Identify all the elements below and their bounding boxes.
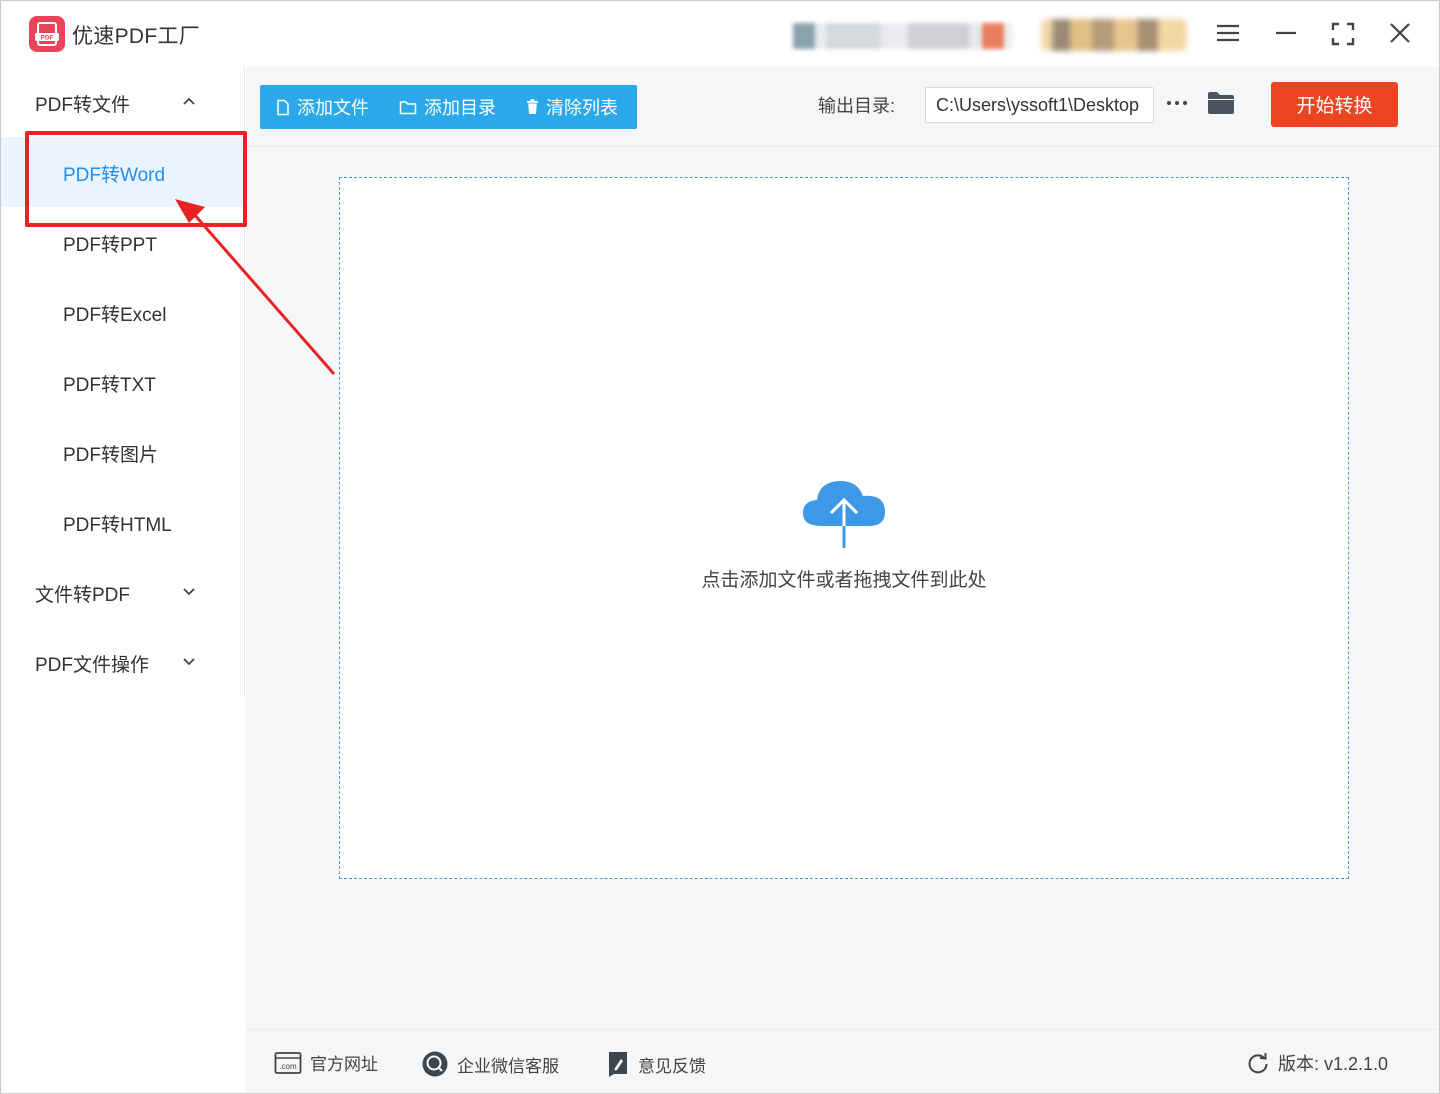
sidebar-item-label: PDF转TXT (63, 375, 156, 396)
add-file-label: 添加文件 (297, 98, 369, 118)
sidebar-item-pdf-to-excel[interactable]: PDF转Excel (1, 277, 245, 347)
sidebar-group-pdf-to-file[interactable]: PDF转文件 (1, 67, 245, 137)
wechat-service-icon (422, 1051, 448, 1077)
app-window: PDF 优速PDF工厂 PDF转文件 PDF转Word PDF转PPT PDF转… (0, 0, 1440, 1094)
app-logo: PDF (29, 16, 65, 52)
chevron-down-icon (183, 588, 195, 596)
sidebar-item-pdf-to-image[interactable]: PDF转图片 (1, 417, 245, 487)
sidebar-group-file-to-pdf[interactable]: 文件转PDF (1, 557, 245, 627)
more-dots-icon (1167, 101, 1187, 105)
file-drop-zone[interactable]: 点击添加文件或者拖拽文件到此处 (339, 177, 1349, 879)
clear-list-button[interactable]: 清除列表 (526, 85, 618, 129)
blurred-account-info (793, 23, 1013, 49)
cloud-upload-icon (803, 480, 885, 548)
folder-outline-icon (399, 100, 417, 114)
pdf-logo-icon: PDF (35, 22, 59, 46)
official-website-link[interactable]: .com 官方网址 (274, 1050, 378, 1075)
title-bar: PDF 优速PDF工厂 (1, 1, 1439, 67)
sidebar-item-pdf-to-html[interactable]: PDF转HTML (1, 487, 245, 557)
app-title: 优速PDF工厂 (72, 25, 201, 48)
add-folder-label: 添加目录 (424, 98, 496, 118)
browse-more-button[interactable] (1165, 93, 1189, 113)
refresh-icon (1248, 1053, 1268, 1074)
add-file-button[interactable]: 添加文件 (276, 85, 369, 129)
sidebar-group-label: 文件转PDF (35, 585, 131, 606)
feedback-link[interactable]: 意见反馈 (606, 1050, 706, 1078)
fullscreen-icon (1331, 22, 1355, 46)
sidebar-item-pdf-to-txt[interactable]: PDF转TXT (1, 347, 245, 417)
sidebar-item-pdf-to-word[interactable]: PDF转Word (1, 137, 245, 207)
sidebar-item-label: PDF转Excel (63, 305, 167, 326)
folder-icon (1208, 92, 1234, 114)
website-icon: .com (274, 1051, 302, 1074)
sidebar-item-pdf-to-ppt[interactable]: PDF转PPT (1, 207, 245, 277)
footer-bar: .com 官方网址 企业微信客服 意见反馈 版本: v1.2.1.0 (246, 1029, 1439, 1093)
file-icon (277, 99, 289, 115)
version-info: 版本: v1.2.1.0 (1246, 1050, 1388, 1076)
start-convert-button[interactable]: 开始转换 (1271, 82, 1398, 127)
sidebar-group-pdf-operations[interactable]: PDF文件操作 (1, 627, 245, 697)
sidebar-group-label: PDF转文件 (35, 95, 131, 116)
version-label: 版本: v1.2.1.0 (1278, 1054, 1389, 1074)
open-folder-button[interactable] (1206, 89, 1236, 117)
sidebar: PDF转文件 PDF转Word PDF转PPT PDF转Excel PDF转TX… (1, 67, 245, 697)
sidebar-item-label: PDF转HTML (63, 515, 172, 536)
trash-icon (527, 99, 538, 114)
feedback-label: 意见反馈 (638, 1056, 706, 1076)
official-website-label: 官方网址 (310, 1055, 378, 1074)
main-panel: 添加文件 添加目录 清除列表 输出目录: C:\Users\yssoft1\De… (246, 67, 1439, 1029)
wechat-support-label: 企业微信客服 (457, 1056, 559, 1076)
svg-text:.com: .com (279, 1062, 297, 1071)
output-directory-label: 输出目录: (818, 96, 896, 116)
feedback-icon (609, 1052, 627, 1077)
minimize-button[interactable] (1269, 17, 1303, 51)
chevron-up-icon (183, 97, 195, 105)
sidebar-empty-area (1, 697, 245, 1093)
clear-list-label: 清除列表 (546, 98, 618, 118)
maximize-button[interactable] (1326, 17, 1360, 51)
sidebar-item-label: PDF转图片 (63, 445, 159, 466)
wechat-support-link[interactable]: 企业微信客服 (421, 1050, 559, 1078)
minimize-icon (1276, 31, 1296, 35)
chevron-down-icon (183, 658, 195, 666)
blurred-vip-badge[interactable] (1041, 19, 1187, 51)
hamburger-menu-icon (1217, 24, 1239, 42)
sidebar-group-label: PDF文件操作 (35, 655, 150, 676)
drop-zone-hint: 点击添加文件或者拖拽文件到此处 (701, 570, 987, 591)
add-folder-button[interactable]: 添加目录 (399, 85, 496, 129)
toolbar: 添加文件 添加目录 清除列表 输出目录: C:\Users\yssoft1\De… (246, 67, 1439, 147)
close-icon (1390, 23, 1410, 43)
sidebar-item-label: PDF转PPT (63, 235, 157, 256)
close-button[interactable] (1383, 17, 1417, 51)
sidebar-item-label: PDF转Word (63, 165, 166, 186)
output-directory-input[interactable] (925, 87, 1154, 123)
svg-text:PDF: PDF (41, 35, 54, 42)
file-actions-group: 添加文件 添加目录 清除列表 (260, 85, 637, 129)
menu-button[interactable] (1211, 17, 1245, 51)
